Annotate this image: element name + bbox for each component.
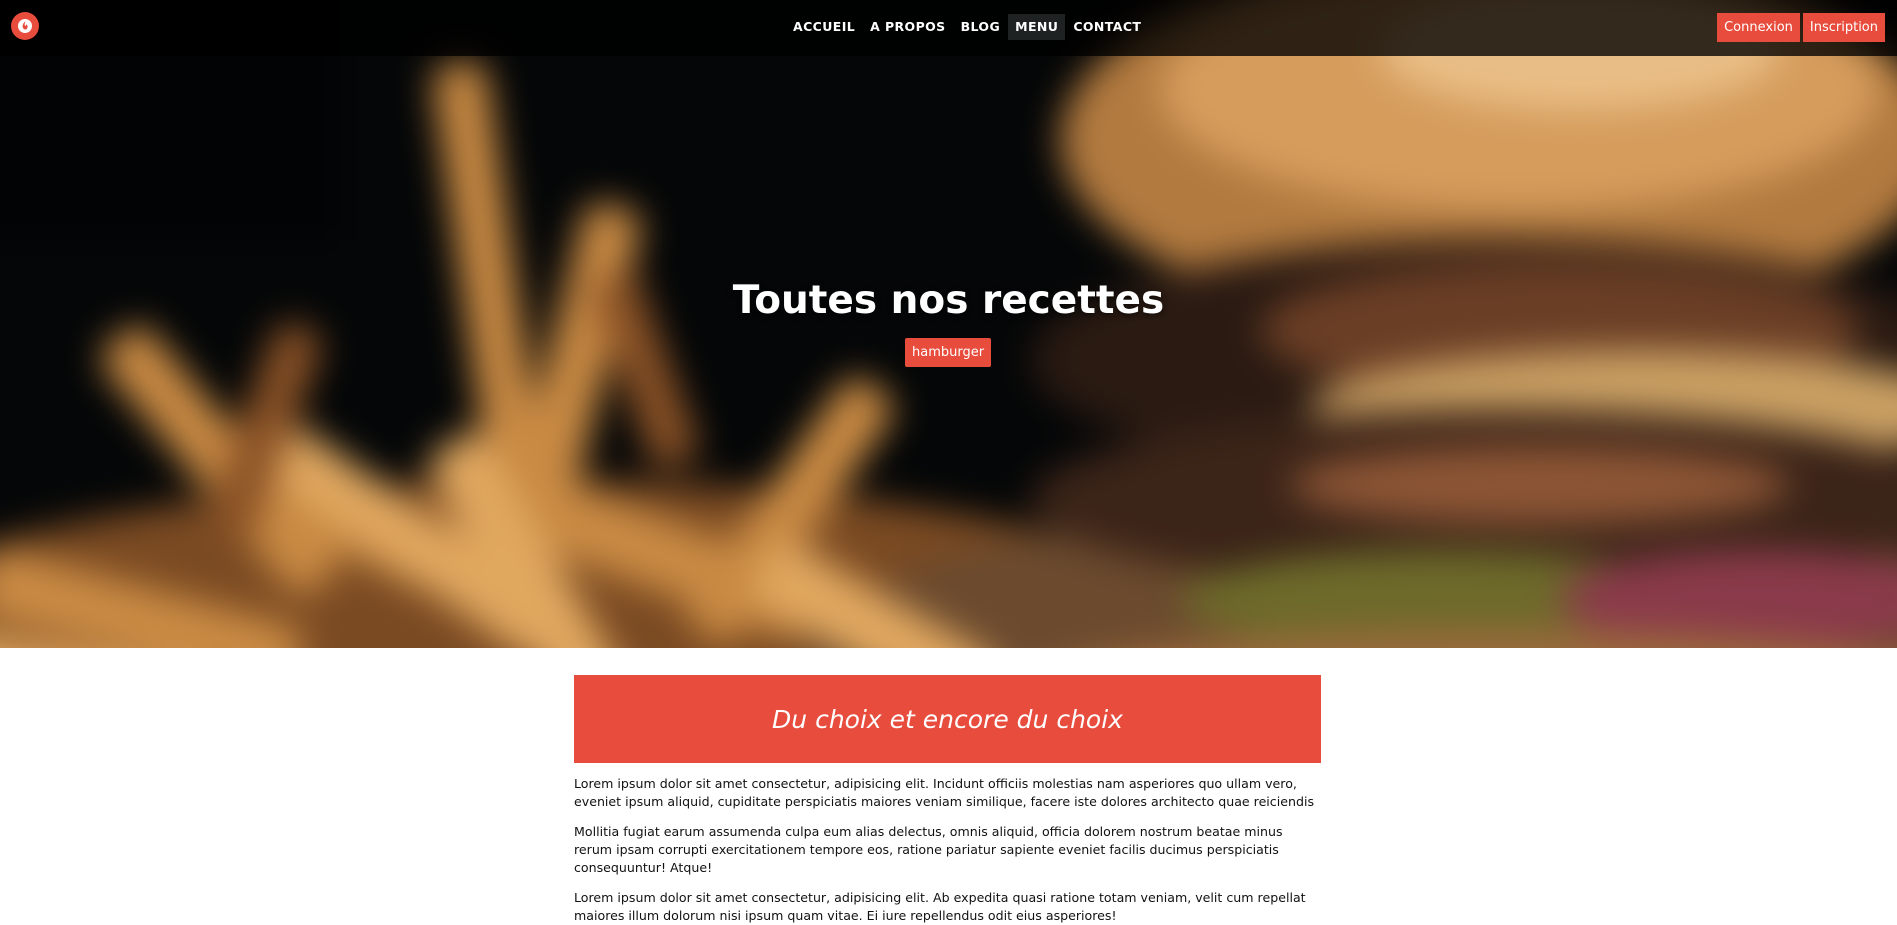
nav-link-menu[interactable]: MENU xyxy=(1008,14,1066,40)
hero-background-image xyxy=(0,0,1897,648)
login-button[interactable]: Connexion xyxy=(1717,13,1800,42)
main-nav: ACCUEIL A PROPOS BLOG MENU CONTACT xyxy=(786,14,1149,40)
paragraph: Lorem ipsum dolor sit amet consectetur, … xyxy=(574,776,1315,809)
section-banner: Du choix et encore du choix xyxy=(574,675,1321,763)
nav-link-a-propos[interactable]: A PROPOS xyxy=(863,14,952,40)
section-title: Du choix et encore du choix xyxy=(772,704,1123,734)
nav-link-blog[interactable]: BLOG xyxy=(954,14,1008,40)
paragraph: Mollitia fugiat earum assumenda culpa eu… xyxy=(574,824,1283,875)
signup-button[interactable]: Inscription xyxy=(1802,13,1885,42)
nav-link-contact[interactable]: CONTACT xyxy=(1066,14,1148,40)
nav-link-accueil[interactable]: ACCUEIL xyxy=(786,14,862,40)
hero-section: Toutes nos recettes hamburger xyxy=(0,0,1897,648)
navbar: ACCUEIL A PROPOS BLOG MENU CONTACT Conne… xyxy=(0,0,1897,56)
auth-buttons: Connexion Inscription xyxy=(1717,13,1885,42)
flame-logo-icon[interactable] xyxy=(11,12,39,40)
category-tag-hamburger[interactable]: hamburger xyxy=(905,338,992,367)
hero-title: Toutes nos recettes xyxy=(732,278,1165,323)
main-content: Du choix et encore du choix Lorem ipsum … xyxy=(574,675,1321,925)
paragraph: Lorem ipsum dolor sit amet consectetur, … xyxy=(574,890,1306,923)
